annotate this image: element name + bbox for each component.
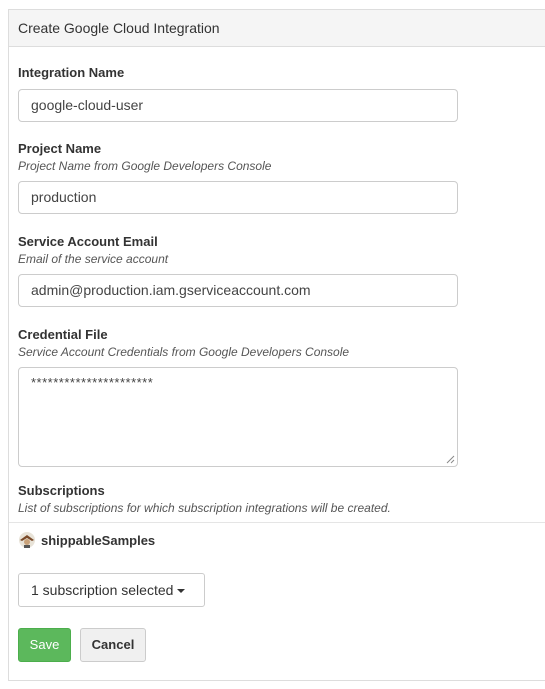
subscriptions-label: Subscriptions [18, 483, 105, 498]
cancel-button[interactable]: Cancel [80, 628, 146, 662]
caret-down-icon [177, 589, 186, 594]
account-name: shippableSamples [41, 533, 156, 548]
service-account-email-help: Email of the service account [18, 252, 169, 266]
account-avatar-icon [19, 532, 35, 548]
resize-handle-icon[interactable] [446, 455, 455, 464]
subscriptions-divider [9, 522, 545, 523]
credential-file-label: Credential File [18, 327, 108, 342]
credential-file-value: ********************** [31, 375, 154, 390]
credential-file-textarea[interactable]: ********************** [18, 367, 458, 467]
subscription-dropdown-label: 1 subscription selected [31, 582, 174, 598]
credential-file-help: Service Account Credentials from Google … [18, 345, 350, 359]
save-button[interactable]: Save [18, 628, 71, 662]
project-name-help: Project Name from Google Developers Cons… [18, 159, 272, 173]
subscription-dropdown[interactable]: 1 subscription selected [18, 573, 205, 607]
panel-title: Create Google Cloud Integration [9, 10, 545, 47]
integration-name-input[interactable]: google-cloud-user [18, 89, 458, 122]
project-name-label: Project Name [18, 141, 102, 156]
subscriptions-help: List of subscriptions for which subscrip… [18, 501, 391, 515]
service-account-email-input[interactable]: admin@production.iam.gserviceaccount.com [18, 274, 458, 307]
integration-name-label: Integration Name [18, 65, 125, 80]
project-name-input[interactable]: production [18, 181, 458, 214]
service-account-email-label: Service Account Email [18, 234, 158, 249]
integration-panel: Create Google Cloud Integration Integrat… [8, 9, 545, 681]
